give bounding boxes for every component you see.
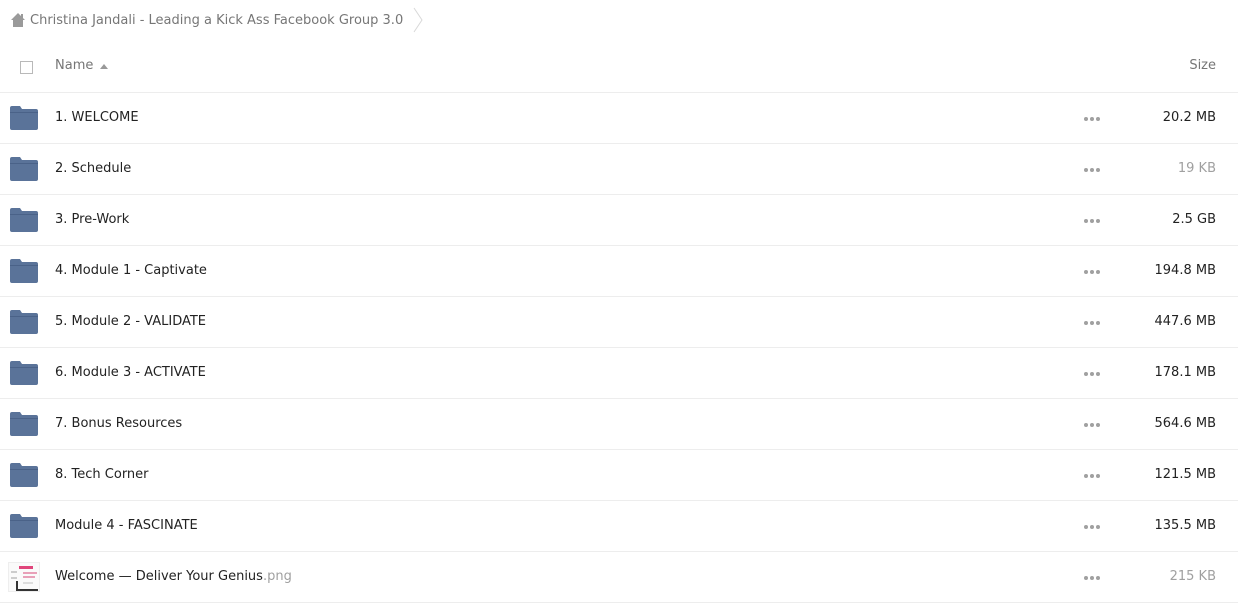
file-size: 447.6 MB	[1154, 314, 1216, 329]
folder-icon	[10, 208, 38, 232]
file-size: 215 KB	[1169, 569, 1216, 584]
folder-icon	[10, 361, 38, 385]
more-options-icon[interactable]	[1084, 168, 1100, 172]
file-size: 2.5 GB	[1172, 212, 1216, 227]
sort-ascending-icon	[100, 63, 109, 69]
file-name-base: 4. Module 1 - Captivate	[55, 263, 207, 278]
file-name-base: 3. Pre-Work	[55, 212, 130, 227]
file-size: 564.6 MB	[1154, 416, 1216, 431]
more-options-icon[interactable]	[1084, 321, 1100, 325]
image-thumbnail-icon	[8, 562, 40, 592]
folder-icon	[10, 310, 38, 334]
file-name-base: 1. WELCOME	[55, 110, 139, 125]
folder-row[interactable]: Module 4 - FASCINATE 135.5 MB	[0, 501, 1238, 552]
file-size: 121.5 MB	[1154, 467, 1216, 482]
file-name[interactable]: 4. Module 1 - Captivate	[55, 263, 207, 278]
name-column-header[interactable]: Name	[55, 58, 109, 73]
file-name-base: 7. Bonus Resources	[55, 416, 183, 431]
file-name[interactable]: Welcome — Deliver Your Genius.png	[55, 569, 292, 584]
breadcrumb-item-root[interactable]: Christina Jandali - Leading a Kick Ass F…	[0, 0, 413, 40]
file-name[interactable]: 6. Module 3 - ACTIVATE	[55, 365, 206, 380]
file-list-header: Name Size	[0, 42, 1238, 93]
file-row[interactable]: Welcome — Deliver Your Genius.png 215 KB	[0, 552, 1238, 603]
more-options-icon[interactable]	[1084, 372, 1100, 376]
select-all-checkbox[interactable]	[20, 61, 33, 74]
file-size: 135.5 MB	[1154, 518, 1216, 533]
file-name-base: 8. Tech Corner	[55, 467, 149, 482]
more-options-icon[interactable]	[1084, 474, 1100, 478]
breadcrumb-folder-title: Christina Jandali - Leading a Kick Ass F…	[30, 12, 404, 28]
file-name-base: 6. Module 3 - ACTIVATE	[55, 365, 206, 380]
file-extension: .png	[262, 569, 292, 584]
folder-row[interactable]: 7. Bonus Resources 564.6 MB	[0, 399, 1238, 450]
file-size: 178.1 MB	[1154, 365, 1216, 380]
file-list: 1. WELCOME 20.2 MB 2. Schedule 19 KB 3. Pre-…	[0, 93, 1238, 603]
folder-icon	[10, 463, 38, 487]
home-icon	[10, 12, 26, 28]
file-name[interactable]: 1. WELCOME	[55, 110, 139, 125]
file-size: 19 KB	[1177, 161, 1216, 176]
folder-row[interactable]: 6. Module 3 - ACTIVATE 178.1 MB	[0, 348, 1238, 399]
folder-row[interactable]: 2. Schedule 19 KB	[0, 144, 1238, 195]
file-name[interactable]: 2. Schedule	[55, 161, 131, 176]
folder-row[interactable]: 4. Module 1 - Captivate 194.8 MB	[0, 246, 1238, 297]
more-options-icon[interactable]	[1084, 117, 1100, 121]
folder-icon	[10, 412, 38, 436]
more-options-icon[interactable]	[1084, 423, 1100, 427]
file-name[interactable]: 5. Module 2 - VALIDATE	[55, 314, 206, 329]
file-name[interactable]: 3. Pre-Work	[55, 212, 129, 227]
breadcrumb: Christina Jandali - Leading a Kick Ass F…	[0, 0, 1238, 40]
folder-row[interactable]: 1. WELCOME 20.2 MB	[0, 93, 1238, 144]
chevron-right-icon	[413, 0, 425, 40]
more-options-icon[interactable]	[1084, 270, 1100, 274]
folder-icon	[10, 259, 38, 283]
folder-icon	[10, 106, 38, 130]
name-column-label: Name	[55, 58, 94, 73]
folder-icon	[10, 514, 38, 538]
file-name-base: Module 4 - FASCINATE	[55, 518, 198, 533]
file-name[interactable]: 8. Tech Corner	[55, 467, 149, 482]
file-size: 194.8 MB	[1154, 263, 1216, 278]
file-name-base: 2. Schedule	[55, 161, 132, 176]
more-options-icon[interactable]	[1084, 525, 1100, 529]
folder-icon	[10, 157, 38, 181]
folder-row[interactable]: 8. Tech Corner 121.5 MB	[0, 450, 1238, 501]
file-name[interactable]: Module 4 - FASCINATE	[55, 518, 198, 533]
file-name-base: 5. Module 2 - VALIDATE	[55, 314, 207, 329]
folder-row[interactable]: 5. Module 2 - VALIDATE 447.6 MB	[0, 297, 1238, 348]
size-column-header[interactable]: Size	[1189, 58, 1216, 73]
folder-row[interactable]: 3. Pre-Work 2.5 GB	[0, 195, 1238, 246]
file-name[interactable]: 7. Bonus Resources	[55, 416, 182, 431]
file-size: 20.2 MB	[1162, 110, 1216, 125]
more-options-icon[interactable]	[1084, 576, 1100, 580]
more-options-icon[interactable]	[1084, 219, 1100, 223]
file-name-base: Welcome — Deliver Your Genius	[55, 569, 263, 584]
